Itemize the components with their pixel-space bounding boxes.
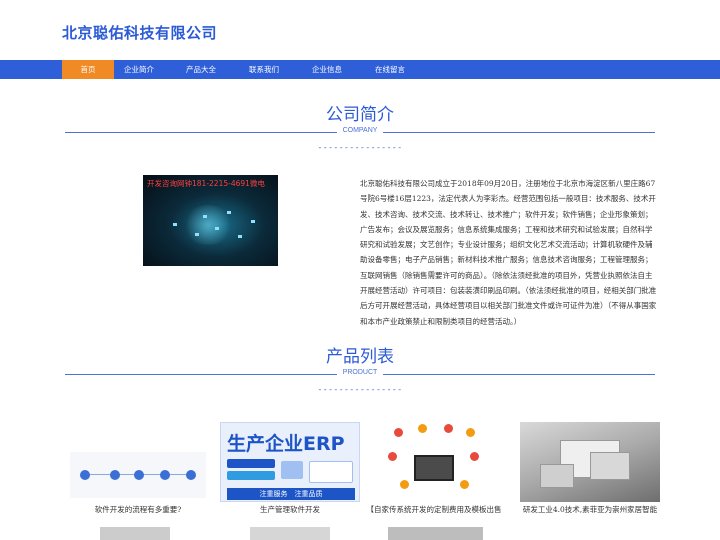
nav-item-contact[interactable]: 联系我们 bbox=[238, 60, 290, 79]
nav-item-about[interactable]: 企业简介 bbox=[113, 60, 165, 79]
product-caption[interactable]: 生产管理软件开发 bbox=[220, 504, 360, 515]
product-caption[interactable]: 研发工业4.0技术,素菲亚为崇州家居智能 bbox=[515, 504, 665, 515]
product-dashes: ---------------- bbox=[317, 385, 403, 394]
product-image-next[interactable] bbox=[100, 527, 170, 540]
nav-item-home[interactable]: 首页 bbox=[62, 60, 114, 79]
product-section-title: 产品列表 bbox=[326, 347, 394, 367]
main-navbar: 首页 企业简介 产品大全 联系我们 企业信息 在线留言 bbox=[0, 60, 720, 79]
product-image-next[interactable] bbox=[250, 527, 330, 540]
company-logo-title[interactable]: 北京聪佑科技有限公司 bbox=[62, 22, 217, 43]
product-image-erp[interactable]: 生产企业ERP 注重服务 注重品质 bbox=[220, 422, 360, 502]
nav-item-company-info[interactable]: 企业信息 bbox=[301, 60, 353, 79]
product-image-room[interactable] bbox=[520, 422, 660, 502]
nav-item-message[interactable]: 在线留言 bbox=[364, 60, 416, 79]
company-intro-image: 开发咨询网钟181-2215-4691微电 bbox=[143, 175, 278, 266]
product-caption[interactable]: 【自家传系统开发的定制费用及模板出售 bbox=[366, 504, 502, 515]
about-section-title: 公司简介 bbox=[326, 105, 394, 125]
product-image-workflow[interactable] bbox=[70, 452, 206, 498]
nav-item-products[interactable]: 产品大全 bbox=[175, 60, 227, 79]
intro-image-caption: 开发咨询网钟181-2215-4691微电 bbox=[147, 179, 265, 188]
product-subtitle: PRODUCT bbox=[0, 369, 720, 376]
company-intro-paragraph: 北京聪佑科技有限公司成立于2018年09月20日，注册地位于北京市海淀区新八里庄… bbox=[360, 179, 657, 326]
product-image-system[interactable] bbox=[386, 422, 482, 502]
about-subtitle: COMPANY bbox=[0, 127, 720, 134]
about-dashes: ---------------- bbox=[317, 143, 403, 152]
product-caption[interactable]: 软件开发的流程有多重要? bbox=[70, 504, 206, 515]
product-image-next[interactable] bbox=[388, 527, 483, 540]
